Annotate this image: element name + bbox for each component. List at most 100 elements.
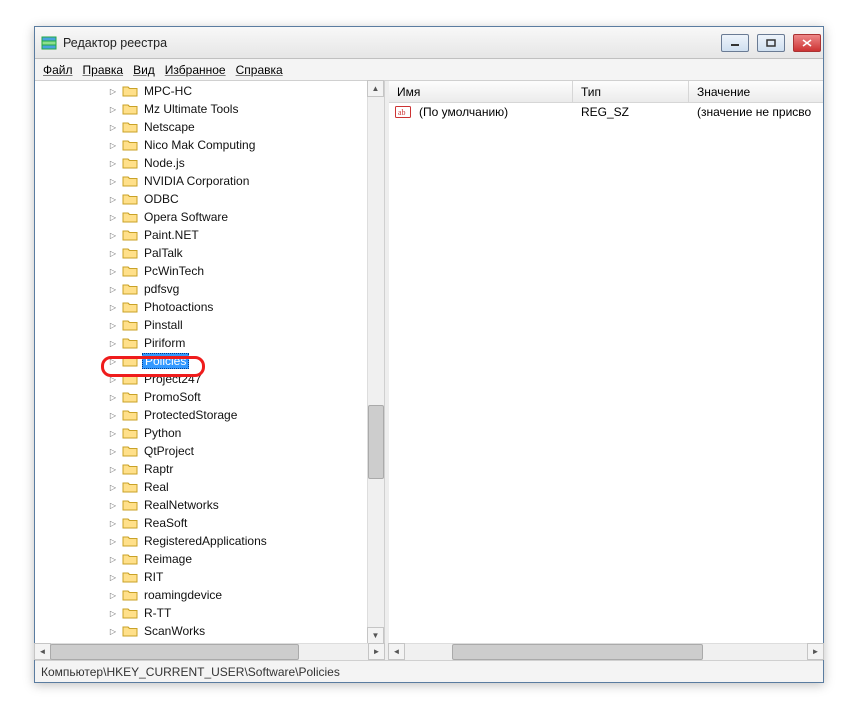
folder-icon: [122, 606, 138, 620]
expand-toggle-icon[interactable]: ▷: [107, 409, 119, 421]
tree-item[interactable]: ▷ ScanWorks: [35, 622, 367, 640]
scroll-thumb[interactable]: [368, 405, 384, 479]
expand-toggle-icon[interactable]: ▷: [107, 553, 119, 565]
tree-item[interactable]: ▷Mz Ultimate Tools: [35, 100, 367, 118]
tree-item[interactable]: ▷Pinstall: [35, 316, 367, 334]
tree-item[interactable]: ▷PromoSoft: [35, 388, 367, 406]
registry-tree[interactable]: ▷MPC-HC▷Mz Ultimate Tools▷Netscape▷Nico …: [35, 81, 367, 643]
tree-item[interactable]: ▷Policies: [35, 352, 367, 370]
tree-item[interactable]: ▷Paint.NET: [35, 226, 367, 244]
tree-item[interactable]: ▷pdfsvg: [35, 280, 367, 298]
expand-toggle-icon[interactable]: ▷: [107, 265, 119, 277]
expand-toggle-icon[interactable]: ▷: [107, 427, 119, 439]
scroll-right-button[interactable]: ►: [368, 643, 385, 660]
tree-item-label: ScanWorks: [142, 624, 207, 638]
folder-icon: [122, 588, 138, 602]
scroll-left-button[interactable]: ◄: [388, 643, 405, 660]
expand-toggle-icon[interactable]: ▷: [107, 607, 119, 619]
tree-item[interactable]: ▷RIT: [35, 568, 367, 586]
titlebar[interactable]: Редактор реестра: [35, 27, 823, 59]
tree-hscrollbar[interactable]: ◄ ►: [35, 643, 384, 660]
expand-toggle-icon[interactable]: ▷: [107, 247, 119, 259]
expand-toggle-icon[interactable]: ▷: [107, 229, 119, 241]
expand-toggle-icon[interactable]: ▷: [107, 139, 119, 151]
hscroll-thumb[interactable]: [452, 644, 702, 660]
tree-vscrollbar[interactable]: ▲ ▼: [367, 81, 384, 643]
expand-toggle-icon[interactable]: ▷: [107, 193, 119, 205]
tree-item[interactable]: ▷R-TT: [35, 604, 367, 622]
tree-item[interactable]: ▷Piriform: [35, 334, 367, 352]
folder-icon: [122, 264, 138, 278]
expand-toggle-icon[interactable]: ▷: [107, 85, 119, 97]
menu-favorites[interactable]: Избранное: [165, 63, 226, 77]
tree-item[interactable]: ▷PcWinTech: [35, 262, 367, 280]
scroll-up-button[interactable]: ▲: [367, 80, 384, 97]
expand-toggle-icon[interactable]: ▷: [107, 571, 119, 583]
column-value[interactable]: Значение: [689, 81, 823, 102]
tree-item[interactable]: ▷ReaSoft: [35, 514, 367, 532]
expand-toggle-icon[interactable]: ▷: [107, 499, 119, 511]
tree-item[interactable]: ▷Reimage: [35, 550, 367, 568]
folder-icon: [122, 534, 138, 548]
tree-item[interactable]: ▷Opera Software: [35, 208, 367, 226]
expand-toggle-icon[interactable]: ▷: [107, 463, 119, 475]
expand-toggle-icon[interactable]: ▷: [107, 517, 119, 529]
maximize-button[interactable]: [757, 34, 785, 52]
menu-edit[interactable]: Правка: [83, 63, 124, 77]
tree-item[interactable]: ▷ Photoactions: [35, 298, 367, 316]
expand-toggle-icon[interactable]: ▷: [107, 103, 119, 115]
tree-item[interactable]: ▷RegisteredApplications: [35, 532, 367, 550]
list-row[interactable]: ab (По умолчанию) REG_SZ (значение не пр…: [389, 103, 823, 121]
expand-toggle-icon[interactable]: ▷: [107, 589, 119, 601]
tree-item[interactable]: ▷Nico Mak Computing: [35, 136, 367, 154]
expand-toggle-icon[interactable]: ▷: [107, 373, 119, 385]
tree-item-label: Photoactions: [142, 300, 215, 314]
scroll-left-button[interactable]: ◄: [34, 643, 51, 660]
expand-toggle-icon[interactable]: ▷: [107, 121, 119, 133]
expand-toggle-icon[interactable]: ▷: [107, 211, 119, 223]
expand-toggle-icon[interactable]: ▷: [107, 625, 119, 637]
tree-item[interactable]: ▷MPC-HC: [35, 82, 367, 100]
menu-help[interactable]: Справка: [236, 63, 283, 77]
hscroll-thumb[interactable]: [50, 644, 299, 660]
expand-toggle-icon[interactable]: ▷: [107, 301, 119, 313]
expand-toggle-icon[interactable]: ▷: [107, 157, 119, 169]
tree-item[interactable]: ▷QtProject: [35, 442, 367, 460]
column-type[interactable]: Тип: [573, 81, 689, 102]
expand-toggle-icon[interactable]: ▷: [107, 535, 119, 547]
expand-toggle-icon[interactable]: ▷: [107, 355, 119, 367]
tree-item[interactable]: ▷Node.js: [35, 154, 367, 172]
expand-toggle-icon[interactable]: ▷: [107, 175, 119, 187]
tree-item[interactable]: ▷roamingdevice: [35, 586, 367, 604]
tree-item[interactable]: ▷NVIDIA Corporation: [35, 172, 367, 190]
tree-item-label: PalTalk: [142, 246, 185, 260]
list-body[interactable]: ab (По умолчанию) REG_SZ (значение не пр…: [389, 103, 823, 643]
tree-item[interactable]: ▷Real: [35, 478, 367, 496]
expand-toggle-icon[interactable]: ▷: [107, 337, 119, 349]
expand-toggle-icon[interactable]: ▷: [107, 445, 119, 457]
menu-file[interactable]: Файл: [43, 63, 73, 77]
expand-toggle-icon[interactable]: ▷: [107, 283, 119, 295]
tree-item[interactable]: ▷Python: [35, 424, 367, 442]
close-button[interactable]: [793, 34, 821, 52]
tree-item[interactable]: ▷ RealNetworks: [35, 496, 367, 514]
list-hscrollbar[interactable]: ◄ ►: [389, 643, 823, 660]
tree-item-label: RealNetworks: [142, 498, 221, 512]
tree-item[interactable]: ▷ODBC: [35, 190, 367, 208]
minimize-button[interactable]: [721, 34, 749, 52]
tree-item[interactable]: ▷ProtectedStorage: [35, 406, 367, 424]
folder-icon: [122, 390, 138, 404]
list-pane: Имя Тип Значение ab (По умолчанию) REG: [389, 81, 823, 660]
cell-name: (По умолчанию): [411, 105, 573, 119]
expand-toggle-icon[interactable]: ▷: [107, 319, 119, 331]
column-name[interactable]: Имя: [389, 81, 573, 102]
tree-item[interactable]: ▷Netscape: [35, 118, 367, 136]
expand-toggle-icon[interactable]: ▷: [107, 391, 119, 403]
tree-item[interactable]: ▷Raptr: [35, 460, 367, 478]
menu-view[interactable]: Вид: [133, 63, 155, 77]
scroll-down-button[interactable]: ▼: [367, 627, 384, 644]
scroll-right-button[interactable]: ►: [807, 643, 824, 660]
expand-toggle-icon[interactable]: ▷: [107, 481, 119, 493]
tree-item[interactable]: ▷ PalTalk: [35, 244, 367, 262]
tree-item[interactable]: ▷Project247: [35, 370, 367, 388]
